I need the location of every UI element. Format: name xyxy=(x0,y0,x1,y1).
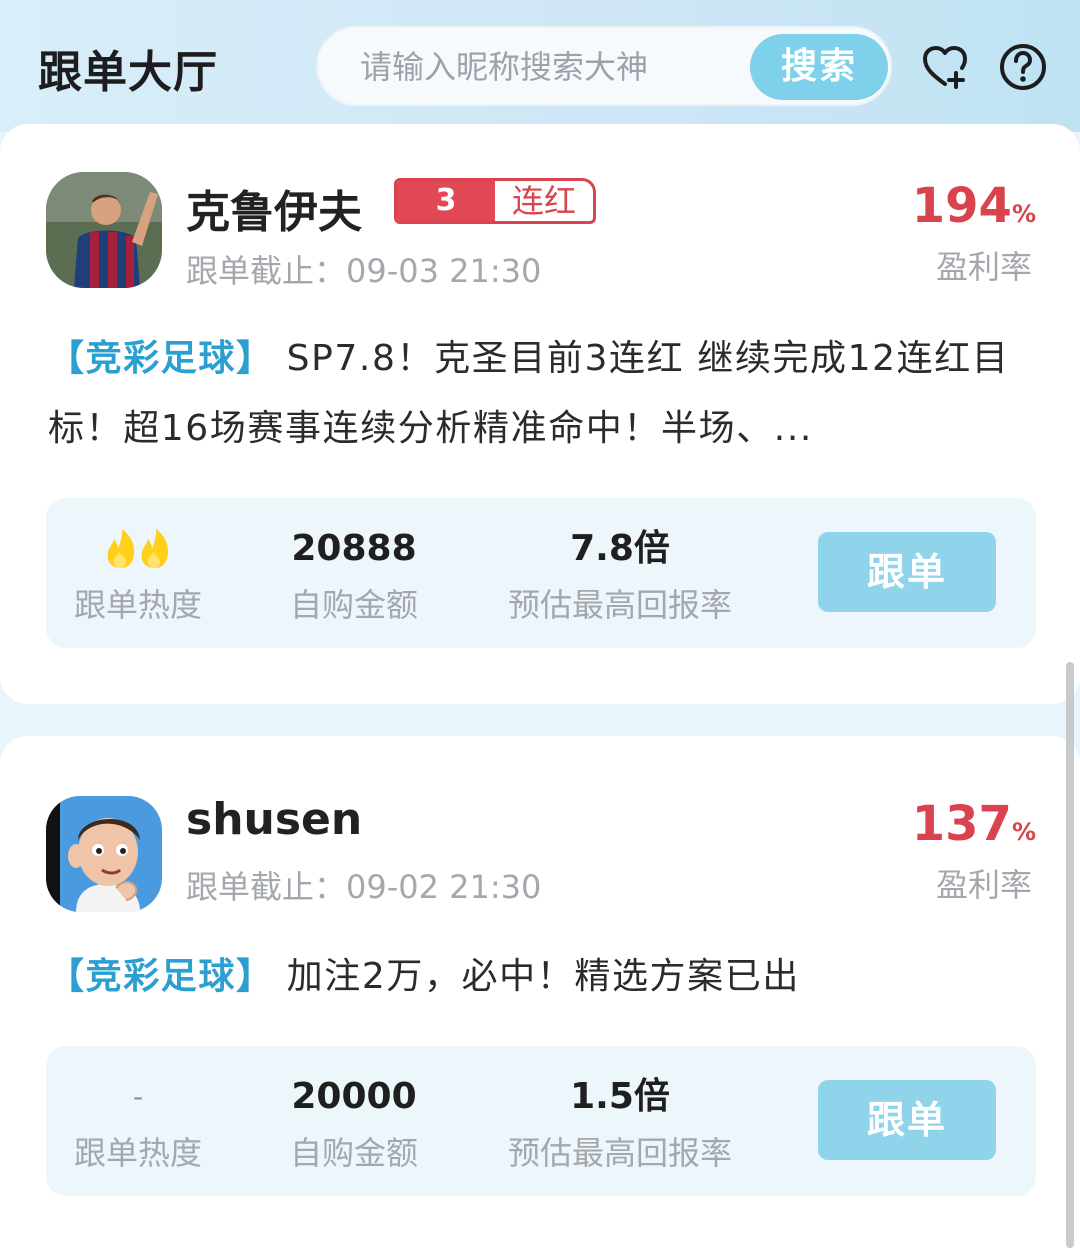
post-text: 加注2万，必中！精选方案已出 xyxy=(286,956,800,997)
streak-badge: 3 连红 xyxy=(394,178,596,224)
return-label: 预估最高回报率 xyxy=(507,1134,732,1172)
heat-value xyxy=(68,526,208,572)
amount-value: 20000 xyxy=(291,1076,417,1117)
profit-rate: 137% xyxy=(912,796,1036,852)
return-value: 7.8倍 xyxy=(570,528,670,569)
streak-label: 连红 xyxy=(511,182,576,220)
profit-unit: % xyxy=(1011,818,1036,846)
author-name[interactable]: shusen xyxy=(186,794,362,845)
follow-button[interactable]: 跟单 xyxy=(818,1080,996,1160)
return-stat: 7.8倍 预估最高回报率 xyxy=(490,526,750,626)
amount-label: 自购金额 xyxy=(289,586,418,624)
amount-stat: 20888 自购金额 xyxy=(282,526,426,626)
profit-label: 盈利率 xyxy=(935,866,1032,904)
fire-icon xyxy=(107,529,169,568)
avatar-image xyxy=(46,172,162,288)
deadline-text: 跟单截止：09-03 21:30 xyxy=(186,252,542,290)
deadline-text: 跟单截止：09-02 21:30 xyxy=(186,868,542,906)
post-description[interactable]: 【竞彩足球】 加注2万，必中！精选方案已出 xyxy=(48,942,1038,1012)
heart-plus-icon[interactable] xyxy=(920,42,970,92)
heat-value: - xyxy=(132,1080,144,1113)
profit-label: 盈利率 xyxy=(935,248,1032,286)
streak-count: 3 xyxy=(397,181,495,221)
profit-value: 194 xyxy=(911,178,1012,234)
stats-panel: - 跟单热度 20000 自购金额 1.5倍 预估最高回报率 跟单 xyxy=(46,1046,1036,1196)
amount-value: 20888 xyxy=(291,528,417,569)
avatar[interactable] xyxy=(46,172,162,288)
profit-rate: 194% xyxy=(912,178,1036,234)
amount-label: 自购金额 xyxy=(289,1134,418,1172)
heat-label: 跟单热度 xyxy=(73,1134,202,1172)
return-stat: 1.5倍 预估最高回报率 xyxy=(490,1074,750,1174)
amount-stat: 20000 自购金额 xyxy=(282,1074,426,1174)
scrollbar[interactable] xyxy=(1066,662,1074,1248)
search-button[interactable]: 搜索 xyxy=(750,34,888,100)
avatar[interactable] xyxy=(46,796,162,912)
category-tag: 【竞彩足球】 xyxy=(48,956,274,997)
return-label: 预估最高回报率 xyxy=(507,586,732,624)
stats-panel: 跟单热度 20888 自购金额 7.8倍 预估最高回报率 跟单 xyxy=(46,498,1036,648)
post-card[interactable]: 克鲁伊夫 3 连红 跟单截止：09-03 21:30 194% 盈利率 【竞彩足… xyxy=(0,124,1080,704)
post-card[interactable]: shusen 跟单截止：09-02 21:30 137% 盈利率 【竞彩足球】 … xyxy=(0,736,1080,1248)
return-value: 1.5倍 xyxy=(570,1076,670,1117)
category-tag: 【竞彩足球】 xyxy=(48,338,274,379)
heat-label: 跟单热度 xyxy=(73,586,202,624)
post-description[interactable]: 【竞彩足球】 SP7.8！克圣目前3连红 继续完成12连红目标！超16场赛事连续… xyxy=(48,324,1038,464)
author-name[interactable]: 克鲁伊夫 xyxy=(186,176,362,240)
search-input[interactable] xyxy=(360,42,740,92)
search-box[interactable]: 搜索 xyxy=(316,26,892,106)
help-icon[interactable] xyxy=(998,42,1048,92)
top-bar: 跟单大厅 搜索 xyxy=(0,0,1080,132)
profit-unit: % xyxy=(1011,200,1036,228)
profit-value: 137 xyxy=(911,796,1012,852)
heat-stat: 跟单热度 xyxy=(68,526,208,626)
page-title: 跟单大厅 xyxy=(38,47,218,98)
follow-button[interactable]: 跟单 xyxy=(818,532,996,612)
avatar-image xyxy=(46,796,162,912)
heat-stat: - 跟单热度 xyxy=(68,1074,208,1174)
